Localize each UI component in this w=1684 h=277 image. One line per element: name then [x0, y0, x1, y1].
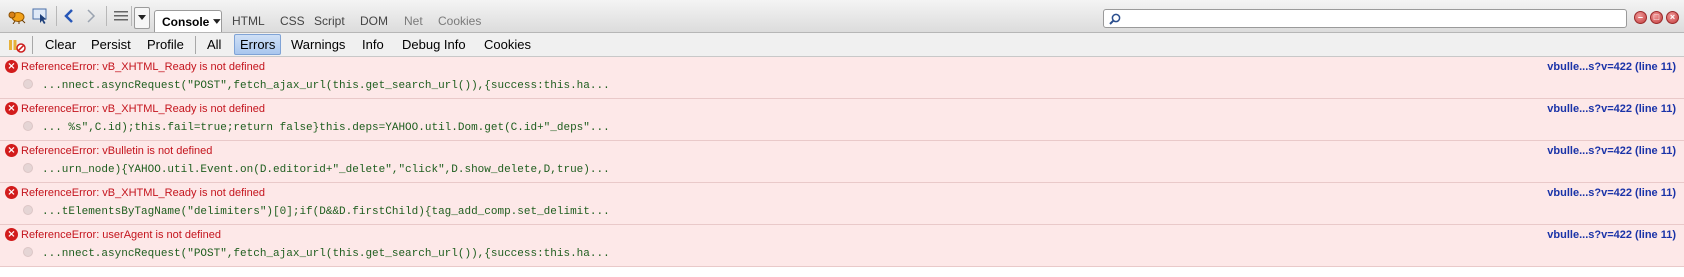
error-row[interactable]: × ReferenceError: vBulletin is not defin…	[0, 141, 1684, 183]
error-code-snippet: ...urn_node){YAHOO.util.Event.on(D.edito…	[42, 164, 610, 176]
tab-script[interactable]: Script	[314, 14, 345, 28]
menu-list-icon[interactable]	[110, 6, 132, 26]
filter-cookies-button[interactable]: Cookies	[484, 37, 531, 52]
search-field[interactable]	[1103, 9, 1627, 28]
forward-arrow-icon[interactable]	[80, 6, 102, 26]
error-source-link[interactable]: vbulle...s?v=422 (line 11)	[1547, 61, 1676, 73]
toolbar-divider	[106, 6, 107, 26]
tab-html[interactable]: HTML	[232, 14, 265, 28]
expand-toggle[interactable]	[23, 79, 33, 89]
expand-toggle[interactable]	[23, 247, 33, 257]
error-code-snippet: ...nnect.asyncRequest("POST",fetch_ajax_…	[42, 80, 610, 92]
console-filter-bar: Clear Persist Profile All Errors Warning…	[0, 33, 1684, 57]
error-message: ReferenceError: userAgent is not defined	[21, 229, 221, 241]
error-source-link[interactable]: vbulle...s?v=422 (line 11)	[1547, 187, 1676, 199]
expand-toggle[interactable]	[23, 163, 33, 173]
error-icon: ×	[5, 228, 18, 241]
search-icon	[1109, 13, 1121, 25]
filter-divider	[32, 36, 33, 54]
firebug-icon[interactable]	[6, 6, 28, 26]
error-message: ReferenceError: vB_XHTML_Ready is not de…	[21, 187, 265, 199]
tab-css[interactable]: CSS	[280, 14, 305, 28]
detach-window-icon[interactable]: □	[1650, 11, 1663, 24]
expand-toggle[interactable]	[23, 205, 33, 215]
toolbar-divider	[131, 6, 132, 26]
panel-dropdown-button[interactable]	[134, 7, 150, 29]
error-code-snippet: ... %s",C.id);this.fail=true;return fals…	[42, 122, 610, 134]
filter-divider	[195, 36, 196, 54]
error-source-link[interactable]: vbulle...s?v=422 (line 11)	[1547, 103, 1676, 115]
error-icon: ×	[5, 186, 18, 199]
tab-dom[interactable]: DOM	[360, 14, 388, 28]
chevron-down-icon	[213, 18, 221, 24]
filter-info-button[interactable]: Info	[362, 37, 384, 52]
error-row[interactable]: × ReferenceError: vB_XHTML_Ready is not …	[0, 57, 1684, 99]
error-row[interactable]: × ReferenceError: vB_XHTML_Ready is not …	[0, 183, 1684, 225]
tab-net[interactable]: Net	[404, 14, 423, 28]
error-source-link[interactable]: vbulle...s?v=422 (line 11)	[1547, 229, 1676, 241]
error-source-link[interactable]: vbulle...s?v=422 (line 11)	[1547, 145, 1676, 157]
clear-button[interactable]: Clear	[45, 37, 76, 52]
firebug-toolbar: Console HTML CSS Script DOM Net Cookies …	[0, 0, 1684, 33]
error-code-snippet: ...tElementsByTagName("delimiters")[0];i…	[42, 206, 610, 218]
expand-toggle[interactable]	[23, 121, 33, 131]
error-message: ReferenceError: vB_XHTML_Ready is not de…	[21, 61, 265, 73]
toolbar-divider	[56, 6, 57, 26]
tab-cookies[interactable]: Cookies	[438, 14, 481, 28]
persist-button[interactable]: Persist	[91, 37, 131, 52]
inspect-element-icon[interactable]	[30, 6, 52, 26]
filter-errors-button[interactable]: Errors	[234, 34, 282, 55]
filter-debug-info-button[interactable]: Debug Info	[402, 37, 466, 52]
profile-button[interactable]: Profile	[147, 37, 184, 52]
filter-all-button[interactable]: All	[207, 37, 221, 52]
error-row[interactable]: × ReferenceError: vB_XHTML_Ready is not …	[0, 99, 1684, 141]
error-row[interactable]: × ReferenceError: userAgent is not defin…	[0, 225, 1684, 267]
console-tab-label: Console	[162, 14, 210, 29]
minimize-icon[interactable]: –	[1634, 11, 1647, 24]
error-icon: ×	[5, 102, 18, 115]
close-icon[interactable]: ×	[1666, 11, 1679, 24]
error-message: ReferenceError: vBulletin is not defined	[21, 145, 213, 157]
error-icon: ×	[5, 144, 18, 157]
error-code-snippet: ...nnect.asyncRequest("POST",fetch_ajax_…	[42, 248, 610, 260]
error-icon: ×	[5, 60, 18, 73]
console-log: × ReferenceError: vB_XHTML_Ready is not …	[0, 57, 1684, 267]
error-message: ReferenceError: vB_XHTML_Ready is not de…	[21, 103, 265, 115]
console-tab[interactable]: Console	[154, 10, 222, 32]
filter-warnings-button[interactable]: Warnings	[291, 37, 345, 52]
back-arrow-icon[interactable]	[58, 6, 80, 26]
break-on-errors-icon[interactable]	[6, 35, 28, 55]
